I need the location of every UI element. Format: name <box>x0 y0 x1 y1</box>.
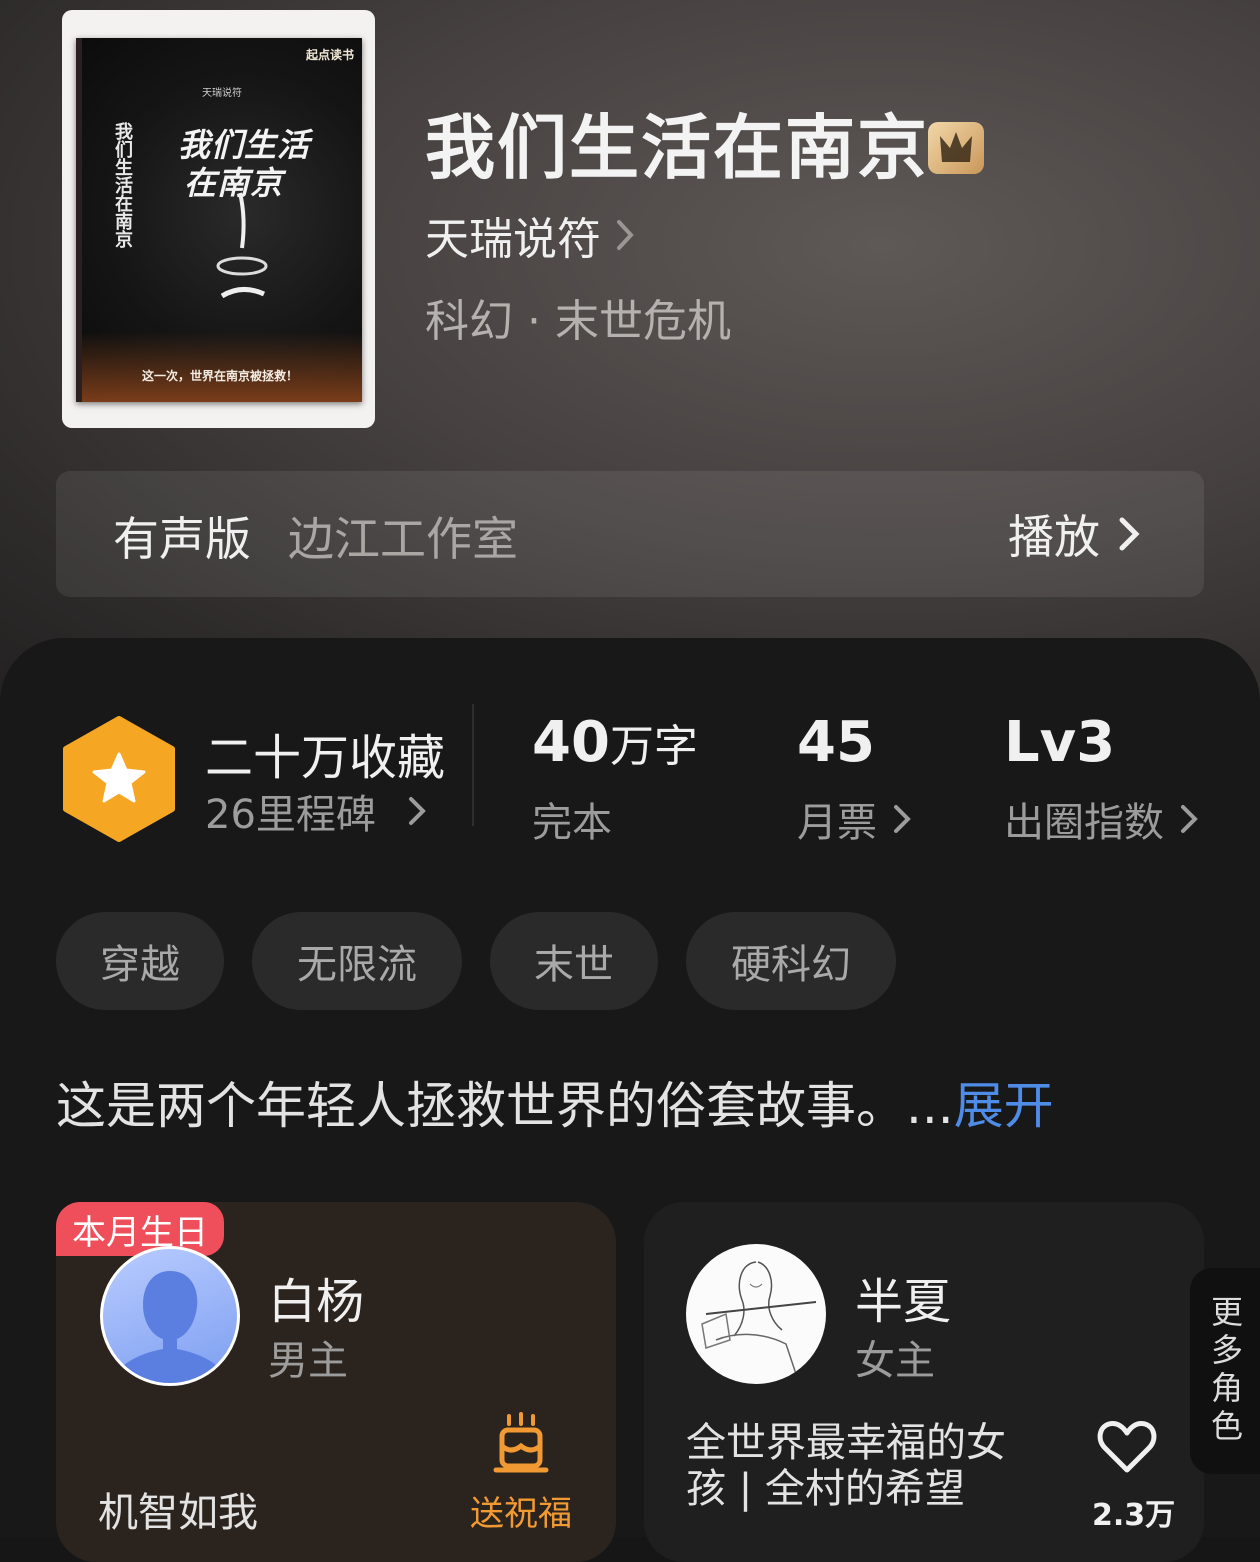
audio-label: 有声版 <box>113 512 251 566</box>
milestones-label: 26里程碑 <box>205 792 376 838</box>
book-title: 我们生活在南京 <box>425 106 929 189</box>
male-silhouette-icon <box>109 1271 231 1383</box>
synopsis-text: 这是两个年轻人拯救世界的俗套故事。... <box>56 1077 954 1135</box>
character-role: 男主 <box>268 1338 348 1384</box>
tag-chip[interactable]: 硬科幻 <box>686 912 896 1010</box>
popularity-index-value: Lv3 <box>1004 710 1116 775</box>
character-role: 女主 <box>855 1338 935 1384</box>
popularity-index-label: 出圈指数 <box>1004 800 1164 846</box>
word-count: 40万字 <box>532 710 698 775</box>
avatar[interactable] <box>100 1246 240 1386</box>
audio-version-bar[interactable]: 有声版 边江工作室 播放 <box>56 471 1204 597</box>
send-blessing-button[interactable]: 送祝福 <box>462 1412 582 1534</box>
cover-publisher: 起点读书 <box>305 48 354 62</box>
character-name: 半夏 <box>855 1274 952 1330</box>
audio-studio: 边江工作室 <box>288 512 518 566</box>
monthly-votes-value: 45 <box>797 710 875 775</box>
birthday-cake-icon <box>493 1412 549 1473</box>
monthly-votes-link[interactable]: 月票 <box>797 790 913 848</box>
favorites-count: 二十万收藏 <box>205 730 446 786</box>
tag-chip[interactable]: 末世 <box>490 912 658 1010</box>
synopsis: 这是两个年轻人拯救世界的俗套故事。...展开 <box>56 1066 1054 1138</box>
chevron-right-icon <box>617 220 634 250</box>
cover-side-title: 我们生活在南京 <box>112 122 133 248</box>
book-cover[interactable]: 起点读书 天瑞说符 我们生活在南京 我们生活 在南京 这一次，世界在南京被拯救！ <box>62 10 375 428</box>
more-characters-label: 更多角色 <box>1206 1295 1244 1447</box>
tag-chip[interactable]: 穿越 <box>56 912 224 1010</box>
like-button[interactable]: 2.3万 <box>1090 1418 1175 1533</box>
character-name: 白杨 <box>268 1274 365 1330</box>
play-button[interactable]: 播放 <box>1008 499 1144 569</box>
avatar[interactable] <box>686 1244 826 1384</box>
author-link[interactable]: 天瑞说符 <box>425 205 635 265</box>
chevron-right-icon <box>1119 517 1140 551</box>
crown-badge-icon <box>928 122 984 174</box>
birthday-badge: 本月生日 <box>56 1202 224 1256</box>
chevron-right-icon <box>894 805 911 833</box>
expand-link[interactable]: 展开 <box>954 1077 1054 1135</box>
milestones-link[interactable]: 26里程碑 <box>205 784 428 838</box>
cover-artwork: 起点读书 天瑞说符 我们生活在南京 我们生活 在南京 这一次，世界在南京被拯救！ <box>76 38 362 402</box>
popularity-index-link[interactable]: 出圈指数 <box>1004 790 1200 848</box>
completion-status: 完本 <box>532 800 612 846</box>
word-count-unit: 万字 <box>609 721 698 772</box>
cover-tagline: 这一次，世界在南京被拯救！ <box>142 369 299 383</box>
book-genre: 科幻 · 末世危机 <box>425 296 731 347</box>
favorites-star-badge-icon <box>63 716 175 842</box>
chevron-right-icon <box>408 797 426 825</box>
play-label: 播放 <box>1008 510 1100 564</box>
sketch-portrait-icon <box>701 1261 817 1375</box>
heart-icon <box>1097 1421 1157 1473</box>
cover-figure-icon <box>216 192 268 299</box>
cover-author: 天瑞说符 <box>202 88 242 99</box>
send-blessing-label: 送祝福 <box>470 1494 572 1534</box>
character-quote: 全世界最幸福的女孩 | 全村的希望 <box>686 1420 1006 1512</box>
stat-divider <box>472 704 474 826</box>
author-name: 天瑞说符 <box>425 214 601 265</box>
like-count: 2.3万 <box>1092 1498 1176 1533</box>
tag-chip[interactable]: 无限流 <box>252 912 462 1010</box>
word-count-value: 40 <box>532 710 610 775</box>
character-quote: 机智如我 <box>98 1490 258 1536</box>
monthly-votes-label: 月票 <box>797 800 877 846</box>
chevron-right-icon <box>1181 805 1198 833</box>
more-characters-button[interactable]: 更多角色 <box>1190 1268 1260 1474</box>
